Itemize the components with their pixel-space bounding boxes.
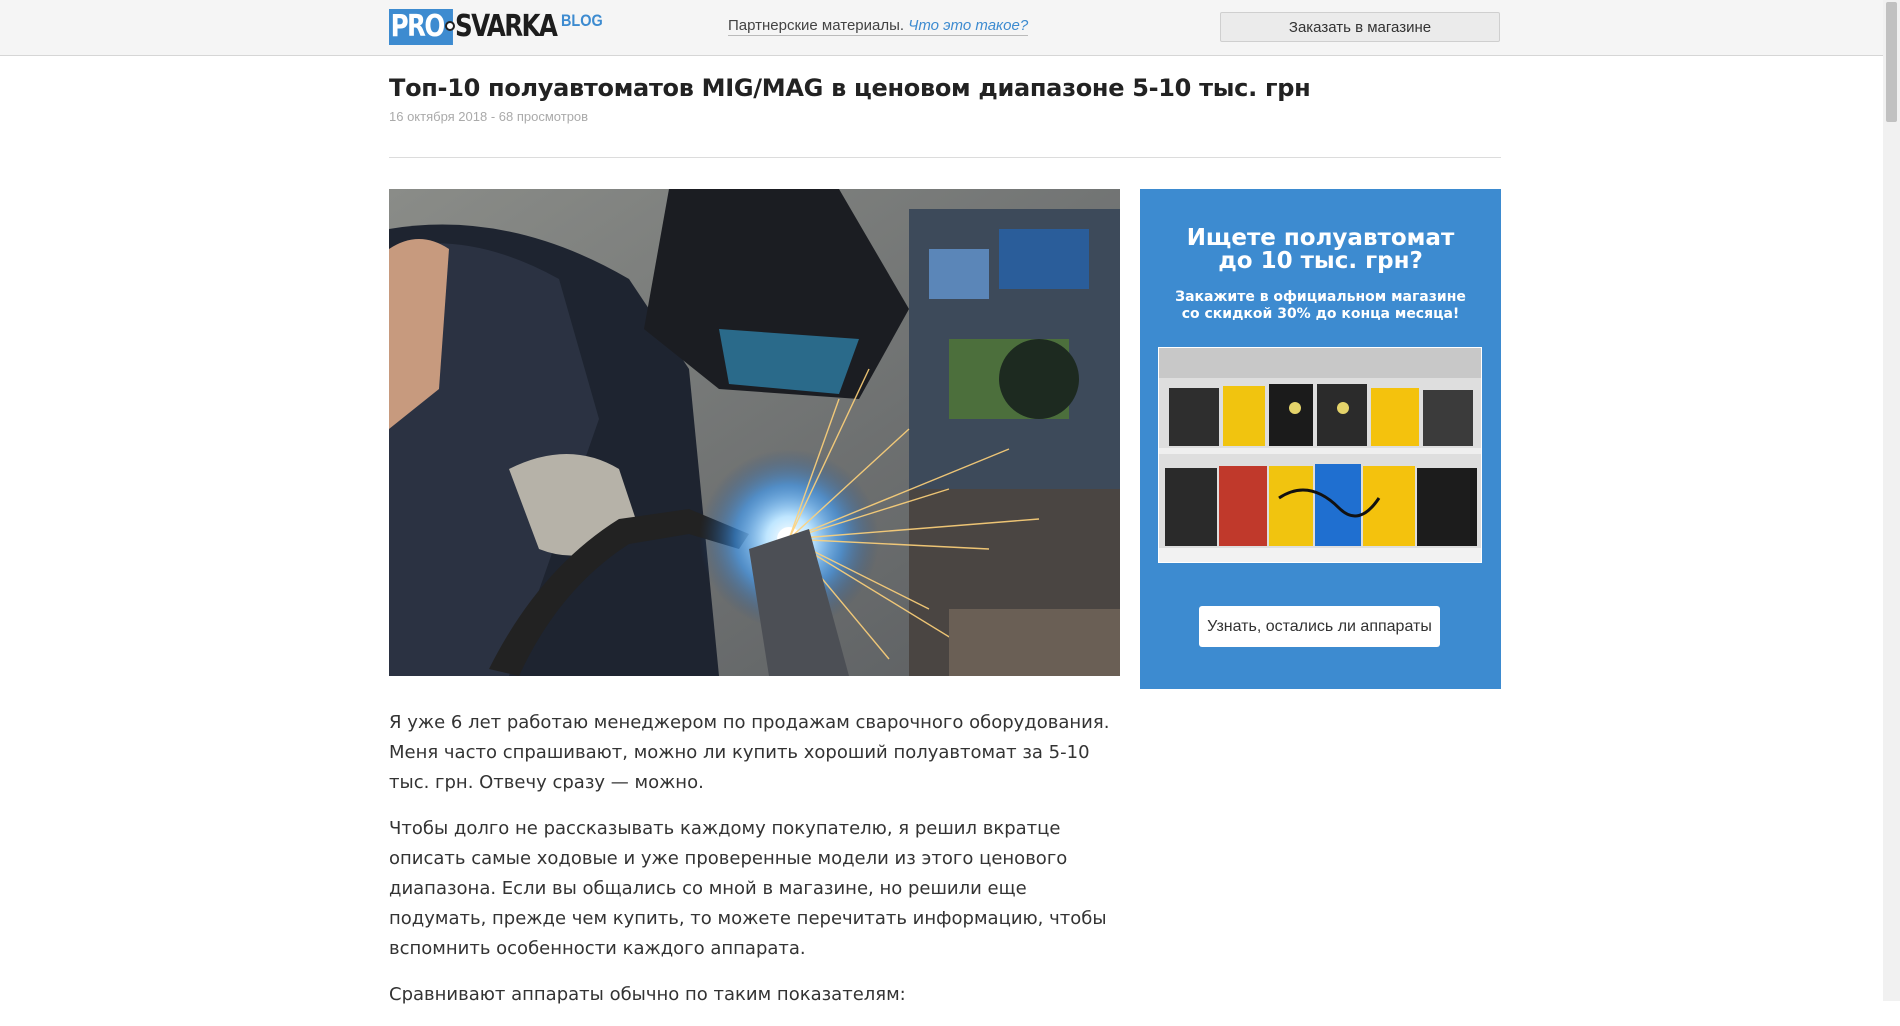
article-title: Топ-10 полуавтоматов MIG/MAG в ценовом д…: [389, 74, 1311, 102]
article-paragraph: Сравнивают аппараты обычно по таким пока…: [389, 984, 906, 1005]
article-body: Я уже 6 лет работаю менеджером по продаж…: [389, 708, 1120, 1026]
logo-dot-icon: [445, 21, 455, 31]
scrollbar-thumb[interactable]: [1886, 2, 1897, 122]
ad-image-store-shelves[interactable]: [1158, 347, 1482, 563]
ad-subtitle-line1: Закажите в официальном магазине: [1175, 289, 1466, 305]
ad-subtitle-line2: со скидкой 30% до конца месяца!: [1181, 306, 1460, 322]
header-divider: [389, 157, 1501, 158]
article-paragraph: Чтобы долго не рассказывать каждому поку…: [389, 818, 1107, 959]
order-in-store-button[interactable]: Заказать в магазине: [1220, 12, 1500, 42]
site-logo[interactable]: PRO SVARKA BLOG: [389, 9, 603, 45]
ad-title-line1: Ищете полуавтомат: [1186, 225, 1455, 251]
article-paragraph: Я уже 6 лет работаю менеджером по продаж…: [389, 712, 1110, 793]
ad-subtitle: Закажите в официальном магазине со скидк…: [1160, 289, 1481, 323]
ad-title-line2: до 10 тыс. грн?: [1218, 248, 1423, 274]
hero-image-welder: [389, 189, 1120, 676]
partner-notice: Партнерские материалы. Что это такое?: [728, 17, 1029, 36]
partner-text: Партнерские материалы.: [728, 17, 905, 34]
ad-banner: Ищете полуавтомат до 10 тыс. грн? Закажи…: [1140, 189, 1501, 689]
article-meta: 16 октября 2018 - 68 просмотров: [389, 109, 589, 124]
page-scrollbar[interactable]: [1883, 0, 1900, 1001]
top-bar: PRO SVARKA BLOG Партнерские материалы. Ч…: [0, 0, 1900, 56]
logo-svarka-text: SVARKA: [455, 9, 558, 44]
logo-pro-text: PRO: [389, 9, 453, 45]
logo-blog-text: BLOG: [561, 11, 603, 30]
ad-title: Ищете полуавтомат до 10 тыс. грн?: [1140, 227, 1501, 273]
check-availability-button[interactable]: Узнать, остались ли аппараты: [1199, 606, 1440, 647]
partner-info-link[interactable]: Что это такое?: [908, 17, 1028, 34]
